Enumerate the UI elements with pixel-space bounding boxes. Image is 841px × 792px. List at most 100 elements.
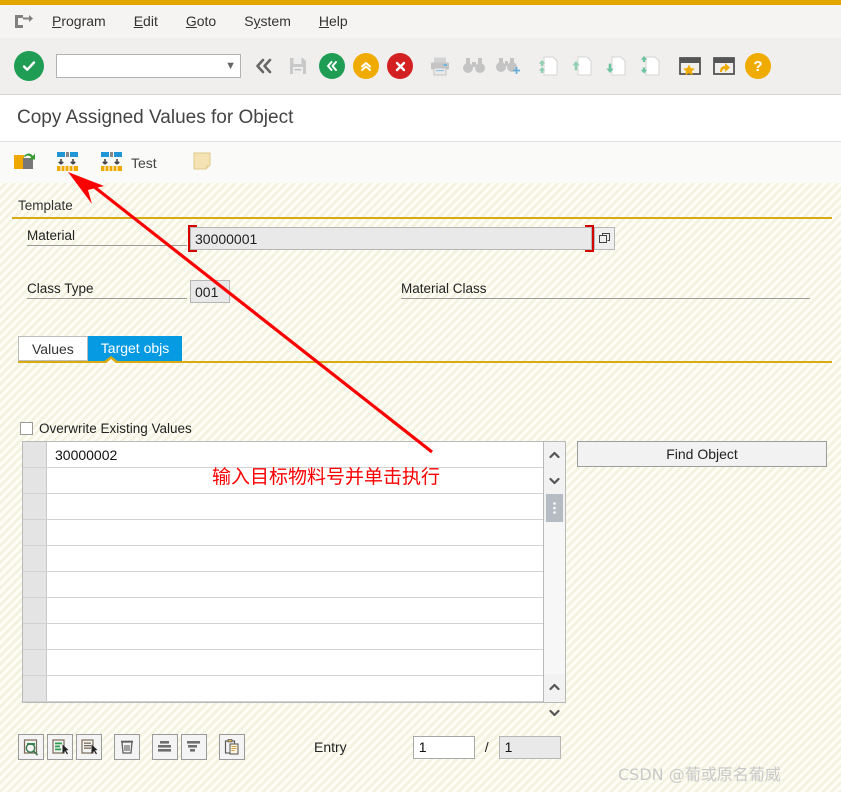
copy-object-button[interactable]	[6, 147, 43, 179]
test-button[interactable]: Test	[93, 147, 163, 179]
execute-copy-button[interactable]	[49, 147, 87, 179]
target-material-cell[interactable]	[47, 598, 543, 623]
page-up-button[interactable]	[544, 674, 565, 700]
scroll-up-button[interactable]	[544, 442, 565, 468]
sort-descending-button[interactable]	[181, 734, 207, 760]
sort-ascending-button[interactable]	[152, 734, 178, 760]
material-input-row: 30000001	[188, 225, 615, 252]
class-type-field-row: Class Type	[27, 281, 187, 299]
scrollbar-track[interactable]	[544, 522, 565, 674]
find-next-icon[interactable]	[491, 48, 525, 84]
menu-item-system[interactable]: System	[230, 5, 305, 38]
first-page-icon[interactable]	[531, 48, 565, 84]
tab-divider	[18, 356, 832, 364]
menu-item-help[interactable]: Help	[305, 5, 362, 38]
material-input[interactable]: 30000001	[190, 227, 592, 250]
tab-list: Values Target objs	[18, 336, 832, 361]
previous-page-icon[interactable]	[565, 48, 599, 84]
find-object-button[interactable]: Find Object	[577, 441, 827, 467]
table-row[interactable]	[23, 598, 543, 624]
tab-target-objs[interactable]: Target objs	[87, 336, 183, 361]
back-icon[interactable]	[315, 48, 349, 84]
find-icon[interactable]	[457, 48, 491, 84]
copy-values-test-icon	[99, 149, 125, 177]
menu-item-program[interactable]: Program	[38, 5, 120, 38]
help-icon[interactable]: ?	[741, 48, 775, 84]
class-type-input[interactable]: 001	[190, 280, 230, 303]
table-row[interactable]	[23, 494, 543, 520]
target-material-cell[interactable]	[47, 494, 543, 519]
last-page-icon[interactable]	[633, 48, 667, 84]
table-row[interactable]	[23, 650, 543, 676]
back-double-icon[interactable]	[247, 48, 281, 84]
row-selector[interactable]	[23, 676, 47, 701]
entry-label: Entry	[314, 739, 347, 755]
application-toolbar: Test	[0, 142, 841, 184]
table-row[interactable]	[23, 676, 543, 702]
class-type-label: Class Type	[27, 281, 187, 299]
menu-item-goto-label: oto	[196, 13, 217, 29]
save-icon[interactable]	[281, 48, 315, 84]
delete-row-button[interactable]	[76, 734, 102, 760]
target-material-cell[interactable]	[47, 520, 543, 545]
material-focus-frame: 30000001	[188, 225, 594, 252]
target-material-cell[interactable]	[47, 572, 543, 597]
tab-values[interactable]: Values	[18, 336, 88, 361]
shortcut-icon[interactable]	[707, 48, 741, 84]
create-session-icon[interactable]	[673, 48, 707, 84]
target-material-cell[interactable]	[47, 624, 543, 649]
cancel-icon[interactable]	[383, 48, 417, 84]
standard-toolbar: ▼ ?	[0, 38, 841, 95]
row-selector[interactable]	[23, 442, 47, 467]
menu-item-program-label: rogram	[61, 13, 106, 29]
menu-item-goto[interactable]: Goto	[172, 5, 230, 38]
command-field[interactable]: ▼	[56, 54, 241, 78]
material-search-help-button[interactable]	[594, 227, 615, 250]
table-row[interactable]	[23, 624, 543, 650]
menu-item-edit-label: dit	[143, 13, 158, 29]
template-group-divider	[12, 217, 832, 219]
target-material-cell[interactable]	[47, 546, 543, 571]
table-row[interactable]	[23, 572, 543, 598]
row-selector[interactable]	[23, 520, 47, 545]
page-down-button[interactable]	[544, 700, 565, 726]
row-selector[interactable]	[23, 624, 47, 649]
row-selector[interactable]	[23, 494, 47, 519]
scrollbar-thumb[interactable]	[546, 494, 563, 522]
row-selector[interactable]	[23, 598, 47, 623]
table-vertical-scrollbar[interactable]	[544, 441, 566, 717]
tab-active-notch	[103, 356, 119, 364]
overwrite-existing-values-row[interactable]: Overwrite Existing Values	[20, 421, 192, 436]
class-type-input-row: 001	[190, 280, 230, 303]
command-input[interactable]	[61, 57, 222, 75]
table-control-toolbar: Entry 1 / 1	[18, 734, 561, 760]
target-material-cell[interactable]	[47, 650, 543, 675]
check-entries-button[interactable]	[18, 734, 44, 760]
sap-gui-window: Program Edit Goto System Help ▼ ? Copy A…	[0, 0, 841, 792]
overwrite-existing-values-checkbox[interactable]	[20, 422, 33, 435]
system-menu-icon[interactable]	[8, 5, 38, 38]
table-row[interactable]	[23, 520, 543, 546]
chevron-down-icon[interactable]: ▼	[225, 60, 236, 72]
target-material-cell[interactable]	[47, 676, 543, 701]
scroll-down-button[interactable]	[544, 468, 565, 494]
insert-row-button[interactable]	[47, 734, 73, 760]
enter-icon[interactable]	[14, 51, 44, 81]
row-selector[interactable]	[23, 468, 47, 493]
tab-strip: Values Target objs	[18, 336, 832, 364]
entry-current-input[interactable]: 1	[412, 735, 475, 759]
note-icon	[191, 150, 213, 175]
row-selector[interactable]	[23, 572, 47, 597]
row-selector[interactable]	[23, 546, 47, 571]
next-page-icon[interactable]	[599, 48, 633, 84]
material-class-label: Material Class	[401, 281, 810, 299]
exit-icon[interactable]	[349, 48, 383, 84]
menu-item-edit[interactable]: Edit	[120, 5, 172, 38]
print-icon[interactable]	[423, 48, 457, 84]
material-field-row: Material	[27, 228, 187, 246]
table-row[interactable]	[23, 546, 543, 572]
notes-button[interactable]	[185, 147, 219, 179]
clipboard-icon[interactable]	[219, 734, 245, 760]
row-selector[interactable]	[23, 650, 47, 675]
trash-icon[interactable]	[114, 734, 140, 760]
